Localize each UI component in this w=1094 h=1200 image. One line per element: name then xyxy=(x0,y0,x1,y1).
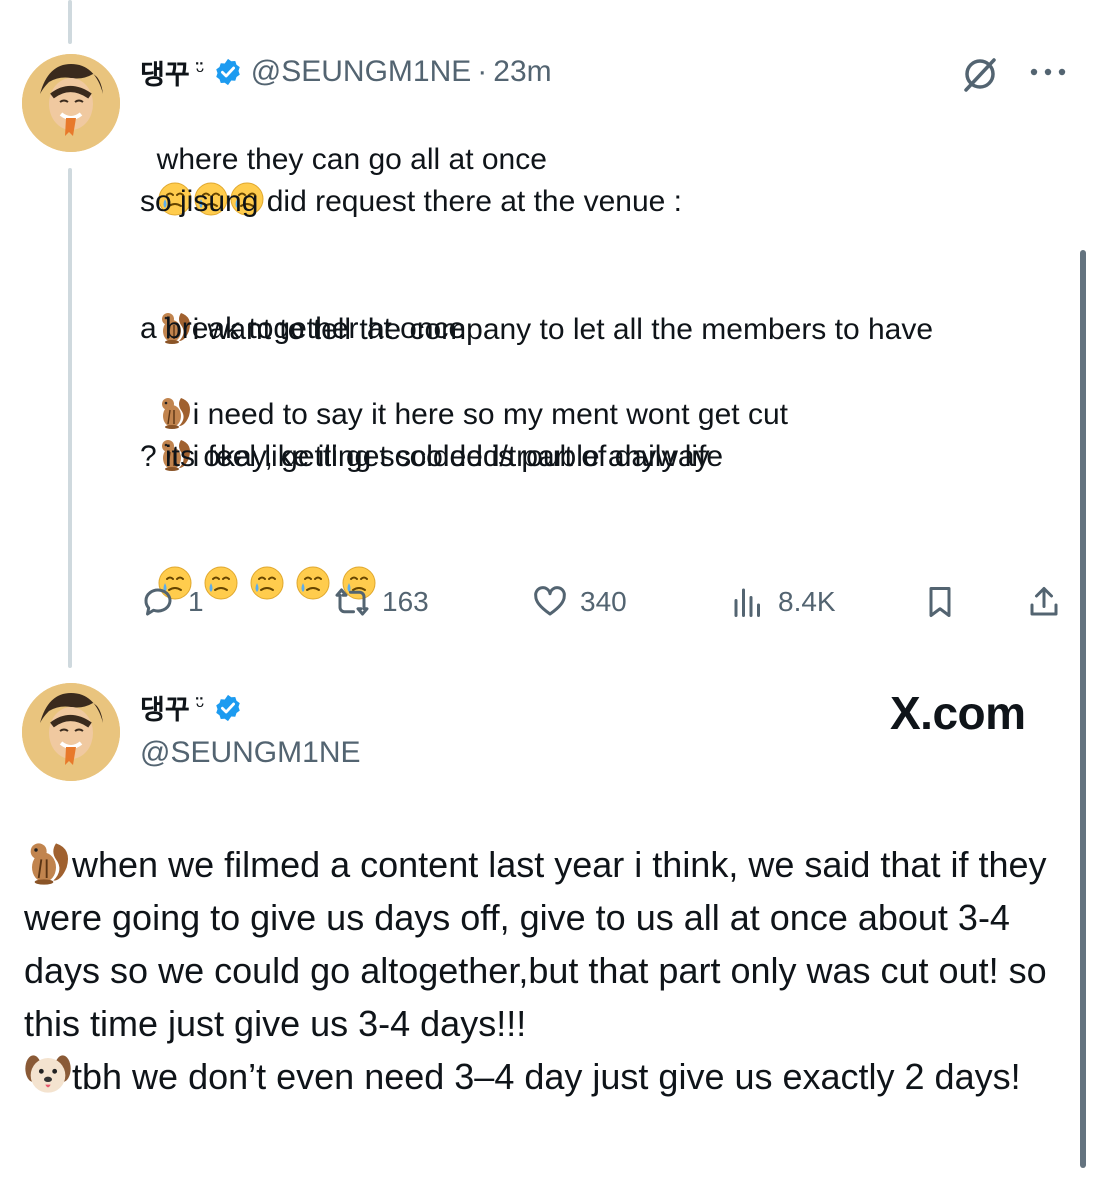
action-bar: 1 163 340 8.4K xyxy=(140,578,1070,628)
x-com-watermark: X.com xyxy=(890,687,1026,739)
avatar-image xyxy=(22,54,120,152)
avatar-image xyxy=(22,683,120,781)
quoted-display-name[interactable]: 댕꾸 xyxy=(140,688,190,727)
heart-icon xyxy=(534,586,566,616)
display-name[interactable]: 댕꾸 xyxy=(140,53,190,92)
like-button[interactable]: 340 xyxy=(532,584,627,620)
retweet-count: 163 xyxy=(382,586,429,617)
avatar[interactable] xyxy=(22,54,120,152)
retweet-button[interactable]: 163 xyxy=(334,584,429,620)
more-options-icon[interactable] xyxy=(1026,62,1070,82)
grok-icon[interactable] xyxy=(960,54,1000,94)
handle[interactable]: @SEUNGM1NE xyxy=(251,55,472,89)
separator-dot: · xyxy=(477,55,488,88)
share-button[interactable] xyxy=(1026,584,1074,620)
reply-count: 1 xyxy=(188,586,204,617)
views-icon xyxy=(734,588,760,617)
quoted-name-suffix: ᵕ̈ xyxy=(195,695,205,720)
verified-badge-icon xyxy=(213,693,243,723)
tweet-line: where they can go all at once xyxy=(156,142,547,176)
quoted-name-row: 댕꾸 ᵕ̈ xyxy=(140,688,243,727)
views-button[interactable]: 8.4K xyxy=(730,584,836,620)
dog-face-emoji xyxy=(24,1050,72,1098)
thread-line-top xyxy=(68,0,72,44)
quoted-text: when we filmed a content last year i thi… xyxy=(24,838,1069,1103)
tweet-text-line3b: a break together at once xyxy=(140,312,466,345)
bookmark-button[interactable] xyxy=(922,584,970,620)
quoted-handle[interactable]: @SEUNGM1NE xyxy=(140,736,361,770)
tweet-text-line2: so jisung did request there at the venue… xyxy=(140,185,683,218)
reply-icon xyxy=(144,588,172,616)
views-count: 8.4K xyxy=(778,586,836,617)
thread-line xyxy=(68,168,72,668)
quoted-para2: tbh we don’t even need 3–4 day just give… xyxy=(72,1056,1021,1097)
timestamp[interactable]: 23m xyxy=(493,55,551,89)
quoted-para1: when we filmed a content last year i thi… xyxy=(24,844,1047,1044)
retweet-icon xyxy=(335,588,369,616)
like-count: 340 xyxy=(580,586,627,617)
scrollbar[interactable] xyxy=(1080,250,1086,1168)
share-icon xyxy=(1030,587,1058,616)
chipmunk-emoji xyxy=(24,838,72,886)
name-suffix: ᵕ̈ xyxy=(195,59,205,85)
verified-badge-icon xyxy=(213,57,243,87)
tweet-text-line6: ? its okay, getting scolded is part of d… xyxy=(140,440,724,473)
bookmark-icon xyxy=(929,587,951,617)
reply-button[interactable]: 1 xyxy=(140,584,204,620)
quoted-avatar[interactable] xyxy=(22,683,120,781)
tweet-header: 댕꾸 ᵕ̈ @SEUNGM1NE · 23m xyxy=(140,52,552,92)
